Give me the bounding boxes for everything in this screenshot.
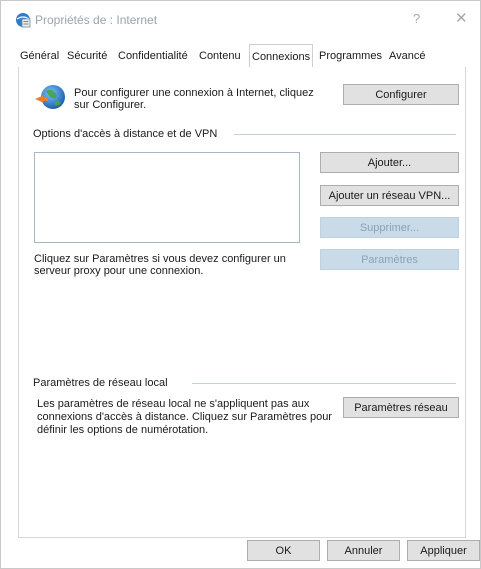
window-title: Propriétés de : Internet (35, 13, 158, 27)
dialup-settings-button: Paramètres (320, 249, 459, 270)
lan-text-line2: connexions d'accès à distance. Cliquez s… (37, 411, 332, 423)
tab-security[interactable]: Sécurité (65, 47, 109, 66)
help-icon[interactable]: ? (413, 11, 420, 26)
lan-group-line (192, 383, 456, 384)
tab-privacy[interactable]: Confidentialité (116, 47, 190, 66)
lan-text-line3: définir les options de numérotation. (37, 424, 209, 436)
close-icon[interactable]: ✕ (455, 9, 468, 27)
globe-connection-icon (35, 85, 65, 109)
add-vpn-button[interactable]: Ajouter un réseau VPN... (320, 185, 459, 206)
tab-connections[interactable]: Connexions (249, 44, 314, 68)
tab-content[interactable]: Contenu (197, 47, 243, 66)
ok-button[interactable]: OK (247, 540, 320, 561)
lan-settings-button[interactable]: Paramètres réseau (343, 397, 459, 418)
cancel-button[interactable]: Annuler (327, 540, 400, 561)
lan-text-line1: Les paramètres de réseau local ne s'appl… (37, 398, 310, 410)
internet-options-icon (16, 13, 31, 28)
internet-properties-dialog: Propriétés de : Internet ? ✕ Général Séc… (0, 0, 481, 569)
setup-text-line1: Pour configurer une connexion à Internet… (74, 87, 314, 99)
title-bar: Propriétés de : Internet ? ✕ (1, 1, 480, 37)
connections-list[interactable] (34, 152, 300, 243)
remove-button: Supprimer... (320, 217, 459, 238)
add-connection-button[interactable]: Ajouter... (320, 152, 459, 173)
tab-general[interactable]: Général (18, 47, 61, 66)
dialup-group-label: Options d'accès à distance et de VPN (33, 128, 218, 140)
dialup-group-line (234, 134, 456, 135)
tab-advanced[interactable]: Avancé (387, 47, 428, 66)
proxy-hint-line1: Cliquez sur Paramètres si vous devez con… (34, 253, 286, 265)
setup-text-line2: sur Configurer. (74, 99, 147, 111)
lan-group-label: Paramètres de réseau local (33, 377, 168, 389)
proxy-hint-line2: serveur proxy pour une connexion. (34, 265, 204, 277)
tab-programs[interactable]: Programmes (317, 47, 384, 66)
apply-button[interactable]: Appliquer (407, 540, 480, 561)
configure-button[interactable]: Configurer (343, 84, 459, 105)
